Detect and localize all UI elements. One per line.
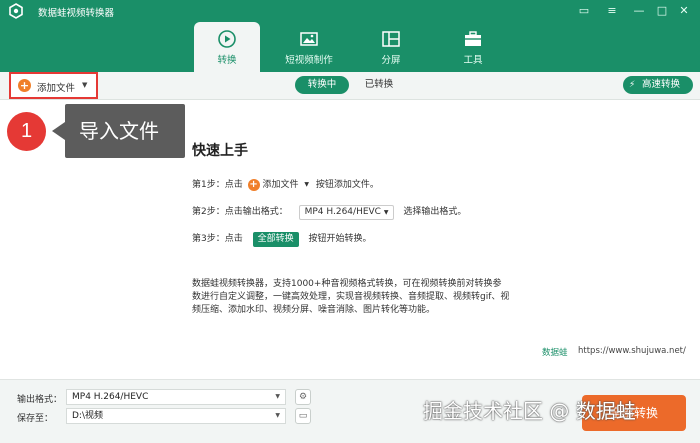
step-number-badge: 1 xyxy=(7,112,46,151)
step-3: 第3步：点击 全部转换 按钮开始转换。 xyxy=(192,231,372,247)
save-to-label: 保存至： xyxy=(17,414,54,424)
step-3-prefix: 第3步：点击 xyxy=(192,234,243,244)
tab-converted[interactable]: 已转换 xyxy=(359,76,399,94)
step-2-prefix: 第2步：点击输出格式： xyxy=(192,207,288,217)
app-title: 数据蛙视频转换器 xyxy=(38,8,115,19)
add-file-label: 添加文件 xyxy=(37,83,76,94)
tab-convert[interactable]: 转换 xyxy=(194,22,260,72)
folder-icon[interactable]: ▭ xyxy=(295,408,311,424)
output-format-select[interactable]: MP4 H.264/HEVC ▼ xyxy=(66,389,286,405)
image-icon xyxy=(300,32,318,46)
add-icon: + xyxy=(18,79,31,92)
split-screen-icon xyxy=(382,31,400,47)
save-path-select[interactable]: D:\视频 ▼ xyxy=(66,408,286,424)
product-description: 数据蛙视频转换器，支持1000+种音视频格式转换，可在视频转换前对转换参数进行自… xyxy=(192,279,510,315)
format-settings-icon[interactable]: ⚙ xyxy=(295,389,311,405)
main-nav: 转换 短视频制作 分屏 工具 xyxy=(0,22,700,72)
add-file-button[interactable]: + 添加文件 ▼ xyxy=(9,72,98,99)
fast-convert-toggle[interactable]: ⚡ 高速转换 xyxy=(623,76,693,94)
tab-short-video[interactable]: 短视频制作 xyxy=(276,22,342,72)
step-1-suffix: 按钮添加文件。 xyxy=(315,180,379,190)
chevron-down-icon: ▼ xyxy=(383,208,389,216)
watermark: 掘金技术社区 @ 数据蛙 xyxy=(423,399,636,423)
callout-pointer xyxy=(52,122,65,140)
step-1-prefix: 第1步：点击 xyxy=(192,180,243,190)
tab-converting[interactable]: 转换中 xyxy=(295,76,349,94)
tab-split-screen[interactable]: 分屏 xyxy=(358,22,424,72)
step-2-format-box: MP4 H.264/HEVC ▼ xyxy=(298,204,395,220)
import-file-callout: 导入文件 xyxy=(65,104,185,158)
feedback-icon[interactable]: ▭ xyxy=(577,4,591,18)
output-format-value: MP4 H.264/HEVC xyxy=(72,392,149,402)
menu-icon[interactable]: ≡ xyxy=(605,4,619,18)
step-2-format-label: MP4 H.264/HEVC xyxy=(304,206,381,217)
chevron-down-icon: ▼ xyxy=(275,393,280,400)
toolbar: + 添加文件 ▼ 转换中 已转换 ⚡ 高速转换 xyxy=(0,72,700,100)
output-format-label: 输出格式： xyxy=(17,395,63,405)
add-icon: + xyxy=(247,179,260,191)
title-bar: 数据蛙视频转换器 ▭ ≡ — □ ✕ xyxy=(0,0,700,22)
maximize-icon[interactable]: □ xyxy=(655,4,669,18)
brand-name: 数据蛙 xyxy=(542,348,568,358)
minimize-icon[interactable]: — xyxy=(632,4,646,18)
step-2: 第2步：点击输出格式： MP4 H.264/HEVC ▼ 选择输出格式。 xyxy=(192,204,466,220)
close-icon[interactable]: ✕ xyxy=(677,4,691,18)
step-1: 第1步：点击 + 添加文件 ▼ 按钮添加文件。 xyxy=(192,177,379,193)
convert-icon xyxy=(218,30,236,48)
lightning-icon: ⚡ xyxy=(629,80,636,90)
tab-tools[interactable]: 工具 xyxy=(440,22,506,72)
toolbox-icon xyxy=(465,31,481,46)
website-link[interactable]: https://www.shujuwa.net/ xyxy=(578,346,686,356)
tab-split-screen-label: 分屏 xyxy=(381,55,401,66)
tab-convert-label: 转换 xyxy=(217,55,237,66)
fast-convert-label: 高速转换 xyxy=(642,79,681,90)
tab-short-video-label: 短视频制作 xyxy=(285,55,333,66)
chevron-down-icon[interactable]: ▼ xyxy=(82,81,87,89)
save-path-value: D:\视频 xyxy=(72,411,103,421)
step-3-button-label: 全部转换 xyxy=(252,231,299,247)
tab-tools-label: 工具 xyxy=(463,55,483,66)
step-1-button-label: 添加文件 xyxy=(262,180,299,190)
chevron-down-icon: ▼ xyxy=(275,412,280,419)
app-logo-icon xyxy=(9,3,23,19)
step-3-suffix: 按钮开始转换。 xyxy=(308,234,372,244)
step-2-suffix: 选择输出格式。 xyxy=(403,207,467,217)
quickstart-title: 快速上手 xyxy=(192,143,248,159)
chevron-down-icon: ▼ xyxy=(304,181,309,188)
